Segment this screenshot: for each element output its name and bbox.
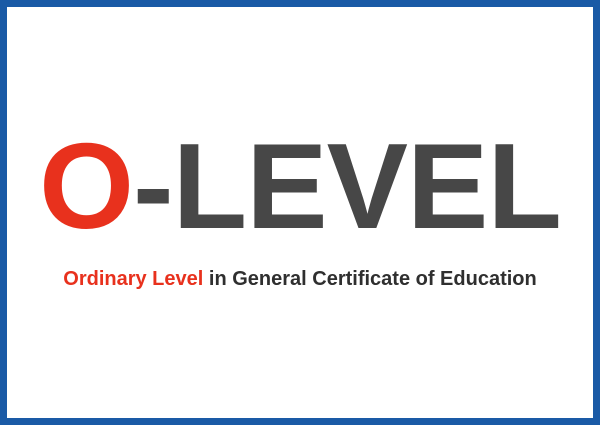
subtitle-rest: in General Certificate of Education xyxy=(203,268,537,290)
title-rest: -LEVEL xyxy=(133,118,562,254)
title-first-letter: O xyxy=(39,118,134,254)
banner-frame: O-LEVEL Ordinary Level in General Certif… xyxy=(0,0,600,425)
page-title: O-LEVEL xyxy=(7,125,593,247)
subtitle-highlight: Ordinary Level xyxy=(63,268,204,290)
subtitle: Ordinary Level in General Certificate of… xyxy=(7,269,593,289)
